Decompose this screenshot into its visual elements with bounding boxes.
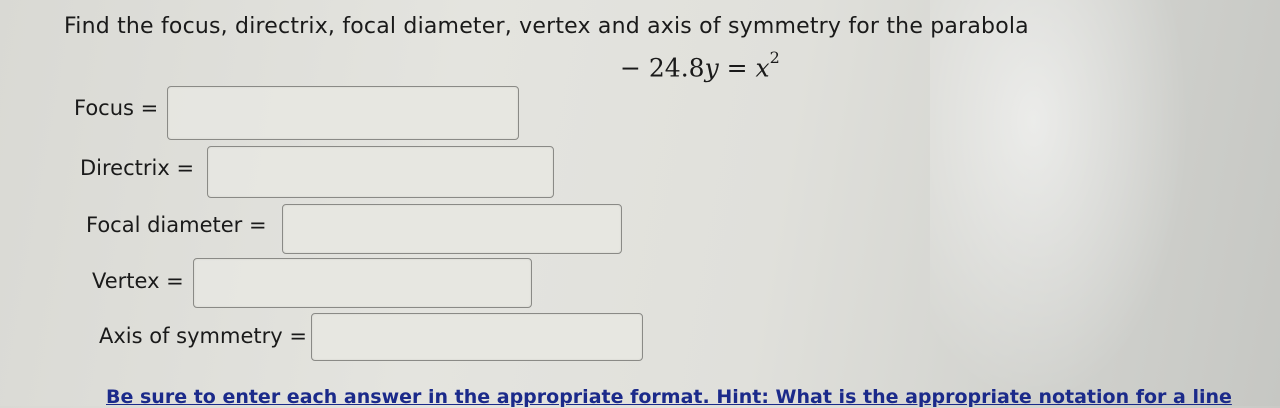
focus-label: Focus = [74,96,159,120]
question-prompt: Find the focus, directrix, focal diamete… [64,14,1029,39]
equation-rhs-variable: x [755,53,770,83]
focal-diameter-label: Focal diameter = [86,213,267,237]
axis-of-symmetry-input[interactable] [311,313,643,361]
focal-diameter-input[interactable] [282,204,622,254]
parabola-equation: − 24.8y = x2 [620,48,780,83]
vertex-label: Vertex = [92,269,184,293]
directrix-input[interactable] [207,146,554,198]
format-hint: Be sure to enter each answer in the appr… [106,386,1232,408]
screen-glare [930,0,1190,406]
axis-of-symmetry-label: Axis of symmetry = [99,324,307,348]
equation-exponent: 2 [769,48,780,67]
directrix-label: Directrix = [80,156,195,180]
equation-equals-sign: = [726,53,748,83]
focus-input[interactable] [167,86,519,140]
vertex-input[interactable] [193,258,532,308]
equation-lhs-coefficient: − 24.8 [620,53,705,83]
equation-lhs-variable: y [704,53,719,83]
